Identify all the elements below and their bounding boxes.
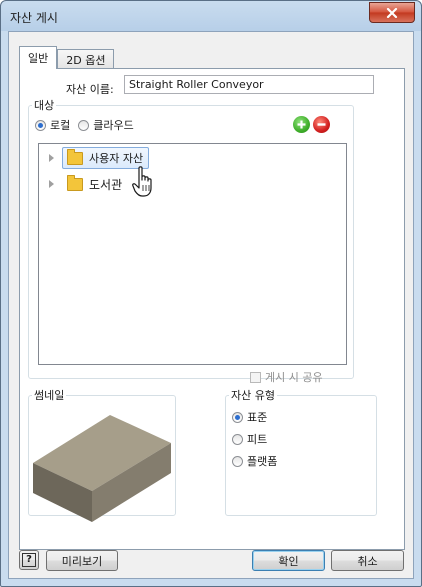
tab-general-label: 일반 — [28, 52, 49, 65]
radio-feet[interactable]: 피트 — [232, 431, 267, 447]
add-button[interactable] — [293, 116, 310, 133]
radio-cloud-label: 클라우드 — [93, 119, 134, 132]
asset-name-input[interactable] — [124, 75, 374, 94]
folder-icon — [67, 148, 83, 165]
share-checkbox-box[interactable] — [250, 371, 261, 383]
share-on-publish-checkbox[interactable]: 게시 시 공유 — [250, 369, 323, 385]
asset-name-label: 자산 이름: — [66, 83, 114, 96]
thumbnail-group: 썸네일 — [28, 387, 176, 522]
radio-local-dot — [35, 119, 46, 131]
target-legend: 대상 — [34, 99, 55, 112]
expand-arrow-icon[interactable] — [49, 180, 54, 188]
radio-local-label: 로컬 — [50, 119, 71, 132]
radio-platform[interactable]: 플랫폼 — [232, 453, 277, 469]
folder-icon — [67, 174, 83, 191]
tab-2d-options-label: 2D 옵션 — [66, 53, 106, 67]
expand-arrow-icon[interactable] — [49, 154, 54, 162]
ok-button-label: 확인 — [278, 554, 299, 568]
radio-cloud[interactable]: 클라우드 — [78, 117, 134, 133]
hand-pointer-icon — [132, 166, 152, 197]
radio-cloud-dot — [78, 119, 90, 131]
radio-standard-dot — [232, 411, 243, 423]
close-button[interactable] — [369, 2, 415, 23]
asset-type-group: 자산 유형 표준 피트 플랫폼 — [225, 387, 377, 516]
general-tab-panel: 자산 이름: 대상 로컬 클라우드 — [19, 68, 405, 550]
dialog-window: 자산 게시 일반 2D 옵션 자산 이름: 대상 로컬 — [0, 0, 422, 587]
tree-item-library-label: 도서관 — [89, 177, 123, 192]
thumbnail-box-image — [33, 415, 171, 522]
tree-item-user-assets-label: 사용자 자산 — [89, 152, 144, 165]
tab-2d-options[interactable]: 2D 옵션 — [57, 49, 115, 69]
asset-type-legend: 자산 유형 — [231, 389, 275, 402]
radio-standard[interactable]: 표준 — [232, 409, 267, 425]
tab-strip: 일반 2D 옵션 — [19, 46, 115, 69]
thumbnail-legend: 썸네일 — [34, 389, 65, 402]
radio-feet-dot — [232, 433, 243, 445]
radio-standard-label: 표준 — [247, 411, 268, 424]
radio-local[interactable]: 로컬 — [35, 117, 70, 133]
plus-circle-icon — [297, 120, 306, 129]
window-title: 자산 게시 — [10, 11, 58, 25]
preview-button[interactable]: 미리보기 — [46, 550, 118, 571]
tree-item-library[interactable]: 도서관 — [39, 173, 122, 195]
tab-general[interactable]: 일반 — [19, 46, 58, 69]
remove-button[interactable] — [313, 116, 330, 133]
ok-button[interactable]: 확인 — [252, 550, 325, 571]
dialog-body: 일반 2D 옵션 자산 이름: 대상 로컬 클라우드 — [8, 31, 414, 579]
minus-circle-icon — [317, 123, 326, 126]
close-icon — [386, 7, 398, 18]
preview-button-label: 미리보기 — [61, 554, 103, 568]
cancel-button[interactable]: 취소 — [331, 550, 404, 571]
help-button[interactable]: ? — [19, 550, 39, 570]
target-tree[interactable]: 사용자 자산 도서관 — [38, 143, 347, 365]
target-group: 대상 로컬 클라우드 사용자 자산 도서관 게시 시 공유 — [28, 97, 354, 384]
radio-platform-dot — [232, 455, 243, 467]
help-icon: ? — [22, 553, 36, 567]
radio-feet-label: 피트 — [247, 433, 268, 446]
title-bar: 자산 게시 — [1, 1, 421, 31]
cancel-button-label: 취소 — [357, 554, 378, 568]
radio-platform-label: 플랫폼 — [247, 455, 278, 468]
share-on-publish-label: 게시 시 공유 — [265, 371, 323, 384]
